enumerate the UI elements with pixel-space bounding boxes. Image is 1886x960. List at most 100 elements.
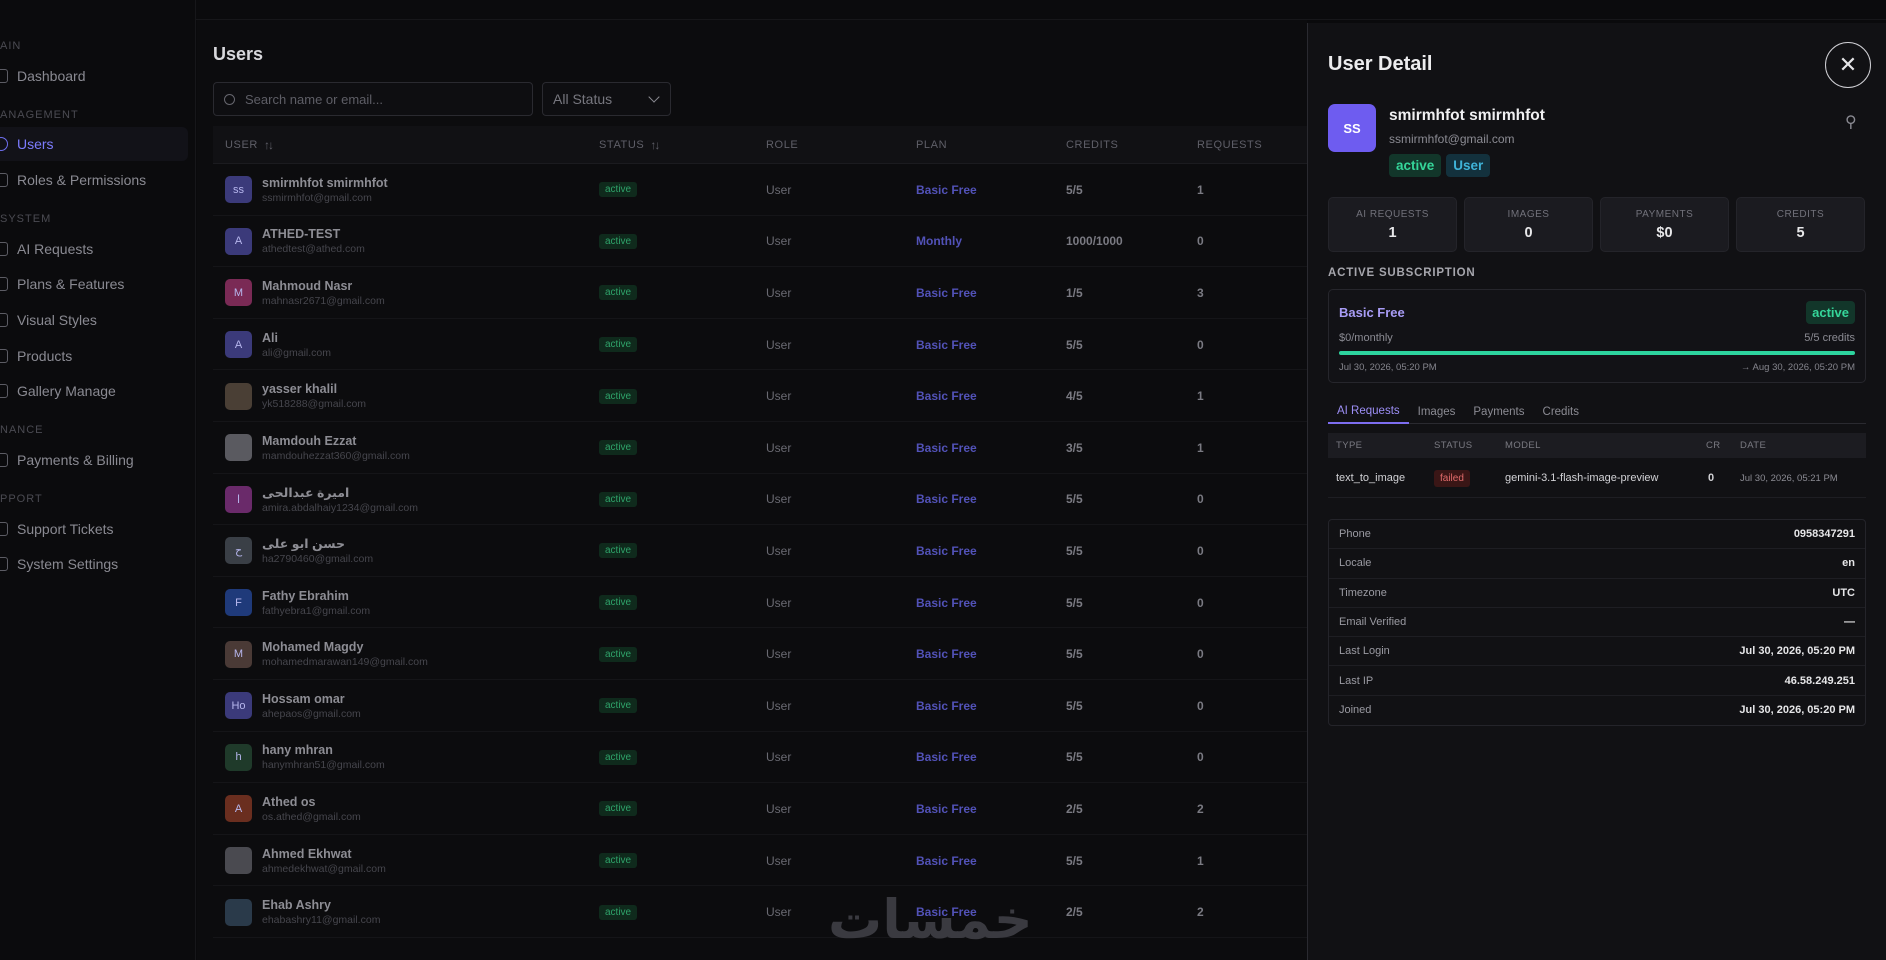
- sidebar-item-products[interactable]: Products: [0, 339, 188, 373]
- key-icon[interactable]: ⚲: [1845, 112, 1857, 132]
- status-badge: failed: [1434, 469, 1470, 487]
- sidebar-item-support[interactable]: Support Tickets: [0, 512, 188, 546]
- table-row[interactable]: ح حسن ابو على ha2790460@gmail.com active Use…: [213, 525, 1307, 577]
- user-name: hany mhran: [262, 743, 333, 758]
- info-row-last-login: Last Login Jul 30, 2026, 05:20 PM: [1329, 637, 1865, 667]
- sidebar-item-label: Dashboard: [17, 68, 86, 84]
- credits-cell: 5/5: [1066, 647, 1083, 662]
- gear-icon: [0, 557, 8, 571]
- requests-cell: 1: [1197, 853, 1204, 868]
- sidebar-item-payments[interactable]: Payments & Billing: [0, 443, 188, 477]
- plan-cell: Basic Free: [916, 853, 977, 868]
- sidebar-item-users[interactable]: Users: [0, 127, 188, 161]
- subscription-plan: Basic Free: [1339, 305, 1405, 320]
- sidebar-item-label: Gallery Manage: [17, 383, 116, 399]
- credits-progress-fill: [1339, 351, 1855, 355]
- search-input[interactable]: [245, 91, 505, 107]
- column-header-date: DATE: [1740, 440, 1767, 451]
- plan-cell: Basic Free: [916, 595, 977, 610]
- table-row[interactable]: F Fathy Ebrahim fathyebra1@gmail.com active…: [213, 577, 1307, 629]
- subscription-card: Basic Free active $0/monthly 5/5 credits…: [1328, 289, 1866, 383]
- table-row[interactable]: text_to_image failed gemini-3.1-flash-im…: [1328, 458, 1866, 498]
- search-box[interactable]: [213, 82, 533, 116]
- user-name: حسن ابو على: [262, 537, 346, 552]
- column-header-plan: PLAN: [916, 138, 948, 151]
- sidebar-item-ai-requests[interactable]: AI Requests: [0, 232, 188, 266]
- sidebar-item-roles[interactable]: Roles & Permissions: [0, 163, 188, 197]
- table-row[interactable]: A Athed os os.athed@gmail.com active User Bas…: [213, 783, 1307, 835]
- table-row[interactable]: ss smirmhfot smirmhfot ssmirmhfot@gmail.co…: [213, 164, 1307, 216]
- status-badge: active: [599, 853, 638, 869]
- requests-table-header: TYPE STATUS MODEL CR DATE: [1328, 433, 1866, 458]
- requests-cell: 3: [1197, 285, 1204, 300]
- status-filter-select[interactable]: All Status: [542, 82, 671, 116]
- table-row[interactable]: A Ali ali@gmail.com active User Basic Free 5/5…: [213, 319, 1307, 371]
- chevron-down-icon: [648, 91, 660, 103]
- plan-cell: Basic Free: [916, 647, 977, 662]
- sidebar: AIN Dashboard ANAGEMENT Users Roles & Pe…: [0, 0, 196, 960]
- sidebar-item-gallery[interactable]: Gallery Manage: [0, 374, 188, 408]
- column-header-status[interactable]: STATUS ↑↓: [599, 138, 660, 152]
- avatar: [225, 434, 252, 462]
- credits-cell: 2/5: [1066, 801, 1083, 816]
- column-header-requests: REQUESTS: [1197, 138, 1263, 151]
- avatar: F: [225, 589, 252, 617]
- requests-cell: 0: [1197, 543, 1204, 558]
- credit-card-icon: [0, 453, 8, 467]
- user-email: ehabashry11@gmail.com: [262, 914, 381, 927]
- box-icon: [0, 349, 8, 363]
- role-cell: User: [766, 389, 792, 404]
- sidebar-item-plans[interactable]: Plans & Features: [0, 267, 188, 301]
- credits-cell: 1/5: [1066, 285, 1083, 300]
- user-name: اميرة عبدالحى: [262, 485, 350, 500]
- table-row[interactable]: Ehab Ashry ehabashry11@gmail.com active Use…: [213, 886, 1307, 938]
- table-row[interactable]: M Mohamed Magdy mohamedmarawan149@gmail.co…: [213, 628, 1307, 680]
- requests-cell: 0: [1197, 492, 1204, 507]
- user-name: Hossam omar: [262, 691, 345, 706]
- tab-ai-requests[interactable]: AI Requests: [1328, 399, 1409, 424]
- tab-images[interactable]: Images: [1409, 399, 1465, 424]
- role-cell: User: [766, 440, 792, 455]
- tab-payments[interactable]: Payments: [1464, 399, 1533, 424]
- table-row[interactable]: Ahmed Ekhwat ahmedekhwat@gmail.com active U…: [213, 835, 1307, 887]
- user-email: ssmirmhfot@gmail.com: [1389, 132, 1515, 146]
- close-button[interactable]: ✕: [1825, 42, 1871, 88]
- plan-cell: Basic Free: [916, 389, 977, 404]
- sidebar-item-label: System Settings: [17, 556, 119, 572]
- info-row-phone: Phone 0958347291: [1329, 520, 1865, 550]
- user-name: Mohamed Magdy: [262, 640, 364, 655]
- table-row[interactable]: h hany mhran hanymhran51@gmail.com active Us…: [213, 732, 1307, 784]
- requests-cell: 2: [1197, 801, 1204, 816]
- plan-cell: Basic Free: [916, 337, 977, 352]
- users-icon: [0, 137, 8, 151]
- table-row[interactable]: M Mahmoud Nasr mahnasr2671@gmail.com active…: [213, 267, 1307, 319]
- credits-cell: 5/5: [1066, 337, 1083, 352]
- table-row[interactable]: yasser khalil yk518288@gmail.com active Use…: [213, 370, 1307, 422]
- avatar: h: [225, 743, 252, 771]
- column-header-user[interactable]: USER ↑↓: [225, 138, 274, 152]
- top-bar: [196, 0, 1886, 20]
- table-row[interactable]: ا اميرة عبدالحى amira.abdalhaiy1234@gmail.…: [213, 474, 1307, 526]
- sidebar-item-dashboard[interactable]: Dashboard: [0, 59, 188, 93]
- table-row[interactable]: A ATHED-TEST athedtest@athed.com active User…: [213, 216, 1307, 268]
- sidebar-item-visual-styles[interactable]: Visual Styles: [0, 303, 188, 337]
- status-badge: active: [599, 440, 638, 456]
- avatar: [225, 898, 252, 926]
- requests-cell: 0: [1197, 647, 1204, 662]
- avatar: ح: [225, 537, 252, 565]
- drawer-title: User Detail: [1328, 53, 1433, 75]
- role-cell: User: [766, 595, 792, 610]
- plan-cell: Basic Free: [916, 801, 977, 816]
- credits-cell: 2/5: [1066, 905, 1083, 920]
- role-cell: User: [766, 647, 792, 662]
- sidebar-item-settings[interactable]: System Settings: [0, 547, 188, 581]
- table-row[interactable]: Ho Hossam omar ahepaos@gmail.com active User…: [213, 680, 1307, 732]
- column-header-model: MODEL: [1505, 440, 1541, 451]
- status-badge: active: [599, 491, 638, 507]
- role-cell: User: [766, 698, 792, 713]
- tab-credits[interactable]: Credits: [1534, 399, 1588, 424]
- user-email: os.athed@gmail.com: [262, 810, 361, 823]
- table-row[interactable]: Mamdouh Ezzat mamdouhezzat360@gmail.com ac…: [213, 422, 1307, 474]
- credits-progress-bar: [1339, 351, 1855, 355]
- sidebar-item-label: Roles & Permissions: [17, 172, 147, 188]
